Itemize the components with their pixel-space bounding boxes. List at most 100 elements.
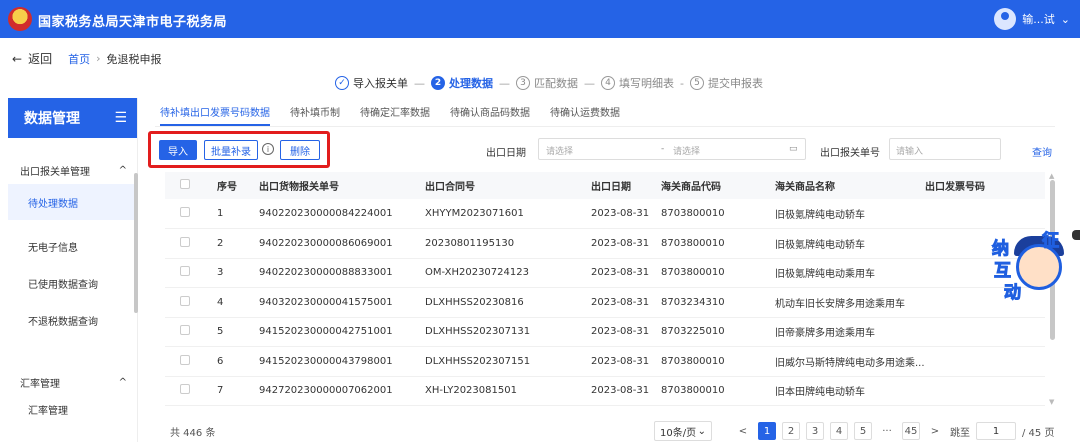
row-declaration-no: 940220230000086069001 bbox=[259, 228, 425, 259]
jump-page-input[interactable]: 1 bbox=[976, 422, 1016, 440]
avatar bbox=[994, 8, 1017, 30]
data-table: 序号 出口货物报关单号 出口合同号 出口日期 海关商品代码 海关商品名称 出口发… bbox=[165, 172, 1045, 406]
header-commodity-name: 海关商品名称 bbox=[775, 172, 925, 199]
user-menu[interactable]: 输...试 ⌄ bbox=[994, 8, 1070, 30]
row-checkbox[interactable] bbox=[165, 258, 217, 288]
tab-commodity-code[interactable]: 待确认商品码数据 bbox=[450, 104, 530, 126]
select-all-checkbox[interactable] bbox=[165, 172, 217, 199]
row-index: 7 bbox=[217, 376, 259, 406]
tab-bar: 待补填出口发票号码数据 待补填币制 待确定汇率数据 待确认商品码数据 待确认运费… bbox=[160, 104, 620, 126]
row-contract-no: XHYYM2023071601 bbox=[425, 199, 591, 229]
sidebar-group-declaration[interactable]: 出口报关单管理 ^ bbox=[8, 156, 137, 184]
sidebar-group-exchange[interactable]: 汇率管理 ^ bbox=[8, 368, 137, 396]
row-commodity-code: 8703800010 bbox=[661, 346, 775, 377]
tab-invoice-number[interactable]: 待补填出口发票号码数据 bbox=[160, 104, 270, 126]
step-4: 4 填写明细表 bbox=[601, 75, 674, 91]
breadcrumb-current: 免退税申报 bbox=[106, 52, 162, 66]
page-2[interactable]: 2 bbox=[782, 422, 800, 440]
row-commodity-code: 8703234310 bbox=[661, 287, 775, 318]
breadcrumb-separator: › bbox=[96, 52, 101, 65]
breadcrumb-home[interactable]: 首页 bbox=[68, 51, 90, 67]
page-4[interactable]: 4 bbox=[830, 422, 848, 440]
tab-currency[interactable]: 待补填币制 bbox=[290, 104, 340, 126]
row-commodity-code: 8703800010 bbox=[661, 228, 775, 259]
row-commodity-code: 8703225010 bbox=[661, 317, 775, 347]
menu-collapse-icon[interactable]: ☰ bbox=[114, 110, 127, 126]
service-mascot[interactable]: 征 纳 互 动 bbox=[990, 226, 1072, 304]
row-checkbox[interactable] bbox=[165, 287, 217, 318]
scroll-up-icon[interactable]: ▲ bbox=[1049, 172, 1054, 180]
batch-fill-button[interactable]: 批量补录 bbox=[204, 140, 258, 160]
date-end-input[interactable]: 请选择 bbox=[673, 144, 700, 157]
sidebar-header: 数据管理 ☰ bbox=[8, 98, 137, 138]
row-export-date: 2023-08-31 bbox=[591, 258, 661, 288]
back-button[interactable]: 返回 bbox=[28, 50, 52, 67]
sidebar-title: 数据管理 bbox=[24, 111, 80, 127]
table-row[interactable]: 7 942720230000007062001 XH-LY2023081501 202… bbox=[165, 376, 1045, 406]
table-row[interactable]: 6 941520230000043798001 DLXHHSS202307151 20… bbox=[165, 346, 1045, 377]
table-row[interactable]: 1 940220230000084224001 XHYYM2023071601 202… bbox=[165, 199, 1045, 229]
step-label: 匹配数据 bbox=[534, 77, 578, 90]
step-connector: — bbox=[499, 76, 510, 90]
user-name: 输...试 bbox=[1022, 13, 1055, 26]
page-ellipsis[interactable]: ··· bbox=[878, 422, 896, 440]
tab-divider bbox=[155, 126, 1055, 127]
page-5[interactable]: 5 bbox=[854, 422, 872, 440]
row-commodity-name: 旧本田牌纯电动轿车 bbox=[775, 376, 925, 406]
sidebar-item-no-electronic-info[interactable]: 无电子信息 bbox=[8, 228, 137, 264]
info-icon[interactable]: i bbox=[262, 143, 274, 155]
page-3[interactable]: 3 bbox=[806, 422, 824, 440]
row-contract-no: 20230801195130 bbox=[425, 228, 591, 259]
chevron-down-icon: ⌄ bbox=[1060, 12, 1070, 26]
sidebar-item-used-data-query[interactable]: 已使用数据查询 bbox=[8, 265, 137, 301]
tab-freight[interactable]: 待确认运费数据 bbox=[550, 104, 620, 126]
row-index: 2 bbox=[217, 228, 259, 259]
export-date-range[interactable]: 请选择 - 请选择 ▭ bbox=[538, 138, 806, 160]
row-commodity-name: 旧极氪牌纯电动轿车 bbox=[775, 228, 925, 259]
prev-page-button[interactable]: < bbox=[734, 422, 752, 440]
step-label: 导入报关单 bbox=[353, 77, 408, 90]
tax-emblem-icon bbox=[8, 7, 32, 31]
page-size-select[interactable]: 10条/页 ⌄ bbox=[654, 421, 712, 441]
row-commodity-code: 8703800010 bbox=[661, 199, 775, 229]
step-label: 处理数据 bbox=[449, 77, 493, 90]
row-checkbox[interactable] bbox=[165, 346, 217, 377]
page-count: / 45 页 bbox=[1022, 427, 1055, 439]
date-range-separator: - bbox=[661, 144, 665, 154]
row-checkbox[interactable] bbox=[165, 199, 217, 229]
step-connector: - bbox=[680, 76, 684, 90]
sidebar-scrollbar[interactable] bbox=[134, 173, 138, 313]
delete-button[interactable]: 删除 bbox=[280, 140, 320, 160]
header-invoice-no: 出口发票号码 bbox=[925, 172, 1045, 199]
sidebar-item-exchange-rate[interactable]: 汇率管理 bbox=[8, 396, 137, 422]
table-row[interactable]: 2 940220230000086069001 20230801195130 2023… bbox=[165, 228, 1045, 259]
sidebar-item-pending[interactable]: 待处理数据 bbox=[8, 184, 137, 220]
floating-tab-handle[interactable] bbox=[1072, 230, 1080, 240]
mascot-char: 动 bbox=[1004, 283, 1022, 304]
sidebar-item-non-refund-query[interactable]: 不退税数据查询 bbox=[8, 302, 137, 338]
breadcrumb: ← 返回 首页 › 免退税申报 bbox=[12, 50, 161, 67]
back-arrow-icon[interactable]: ← bbox=[12, 52, 22, 66]
table-header-row: 序号 出口货物报关单号 出口合同号 出口日期 海关商品代码 海关商品名称 出口发… bbox=[165, 172, 1045, 199]
page-1[interactable]: 1 bbox=[758, 422, 776, 440]
row-index: 5 bbox=[217, 317, 259, 347]
table-row[interactable]: 4 940320230000041575001 DLXHHSS20230816 202… bbox=[165, 287, 1045, 318]
row-declaration-no: 940220230000088833001 bbox=[259, 258, 425, 288]
import-button[interactable]: 导入 bbox=[159, 140, 197, 160]
date-start-input[interactable]: 请选择 bbox=[546, 144, 573, 157]
row-declaration-no: 941520230000042751001 bbox=[259, 317, 425, 347]
table-row[interactable]: 3 940220230000088833001 OM-XH20230724123 20… bbox=[165, 258, 1045, 288]
declaration-number-label: 出口报关单号 bbox=[820, 148, 880, 159]
page-last[interactable]: 45 bbox=[902, 422, 920, 440]
row-checkbox[interactable] bbox=[165, 228, 217, 259]
header-index: 序号 bbox=[217, 172, 259, 199]
row-checkbox[interactable] bbox=[165, 376, 217, 406]
next-page-button[interactable]: > bbox=[926, 422, 944, 440]
query-button[interactable]: 查询 bbox=[1032, 144, 1052, 159]
row-checkbox[interactable] bbox=[165, 317, 217, 347]
declaration-number-input[interactable]: 请输入 bbox=[889, 138, 1001, 160]
calendar-icon: ▭ bbox=[789, 144, 798, 154]
tab-exchange-rate[interactable]: 待确定汇率数据 bbox=[360, 104, 430, 126]
table-row[interactable]: 5 941520230000042751001 DLXHHSS202307131 20… bbox=[165, 317, 1045, 347]
scroll-down-icon[interactable]: ▼ bbox=[1049, 398, 1054, 406]
